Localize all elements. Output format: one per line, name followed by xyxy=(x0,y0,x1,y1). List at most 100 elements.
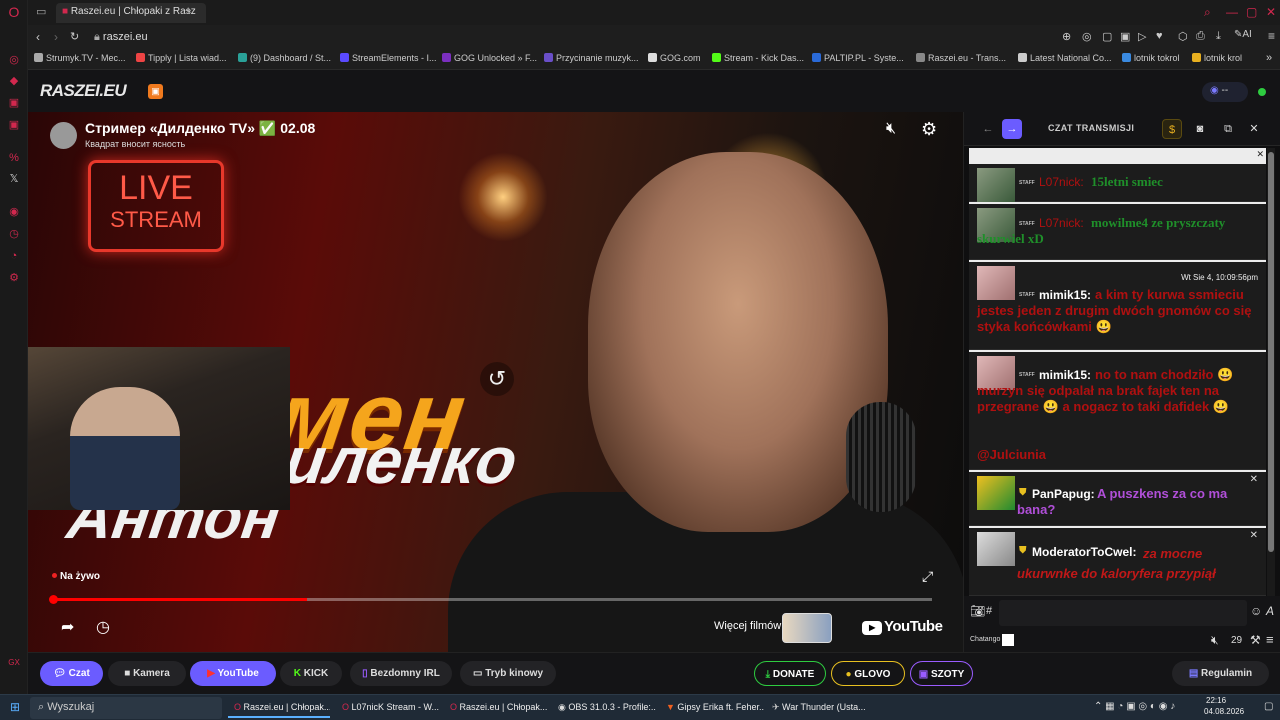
chat-message[interactable]: STAFF L07nick: mowilme4 ze pryszczaty sk… xyxy=(969,204,1266,260)
chat-message-input[interactable] xyxy=(999,600,1247,626)
maximize-icon[interactable]: ▢ xyxy=(1246,5,1257,19)
favorites-icon[interactable]: ♥ xyxy=(1156,30,1163,42)
bookmark-item[interactable]: Raszei.eu - Trans... xyxy=(916,53,1010,63)
bookmark-item[interactable]: PALTIP.PL - Syste... xyxy=(812,53,908,63)
close-messages-icon[interactable]: ✕ xyxy=(1256,149,1264,160)
close-window-icon[interactable]: ✕ xyxy=(1266,5,1276,19)
bookmark-item[interactable]: Przycinanie muzyk... xyxy=(544,53,640,63)
nav-youtube-button[interactable]: ▶ YouTube xyxy=(190,661,276,686)
replay-icon[interactable]: ↺ xyxy=(480,362,514,396)
discord-icon[interactable]: ◙ xyxy=(1190,119,1210,139)
chat-message[interactable]: ✕ ⛊ ModeratorToCwel: za mocne ukurwnke d… xyxy=(969,528,1266,596)
minimize-icon[interactable]: — xyxy=(1226,5,1238,19)
bookmarks-more-icon[interactable]: » xyxy=(1266,52,1272,64)
video-title[interactable]: Стример «Дилденко TV» ✅ 02.08 xyxy=(85,120,315,137)
send-icon[interactable]: ▷ xyxy=(1138,30,1146,43)
zoom-icon[interactable]: ⊕ xyxy=(1062,30,1071,43)
shopping-icon[interactable]: ◆ xyxy=(6,73,22,89)
more-videos-thumbnail[interactable] xyxy=(782,613,832,643)
screenshot-icon[interactable]: ▢ xyxy=(1102,30,1112,43)
taskbar-time[interactable]: 22:16 xyxy=(1206,696,1226,705)
chat-nick[interactable]: L07nick: xyxy=(1039,175,1084,189)
font-style-icon[interactable]: A xyxy=(1266,604,1274,618)
bookmark-item[interactable]: StreamElements - I... xyxy=(340,53,436,63)
reload-icon[interactable]: ↻ xyxy=(70,30,79,43)
ban-hammer-icon[interactable]: ⚒ xyxy=(1250,633,1261,647)
video-player[interactable]: LIVESTREAM Шоумен Диленко Антон Стример … xyxy=(28,112,963,652)
x-twitter-icon[interactable]: 𝕏 xyxy=(6,171,22,187)
menu-icon[interactable]: ≡ xyxy=(1268,29,1275,43)
notifications-icon[interactable]: ▢ xyxy=(1264,701,1273,712)
taskbar-search[interactable]: ⌕ Wyszukaj xyxy=(30,697,222,719)
messenger-icon[interactable]: ▣ xyxy=(6,95,22,111)
dismiss-message-icon[interactable]: ✕ xyxy=(1250,474,1258,485)
bookmark-item[interactable]: Stream - Kick Das... xyxy=(712,53,804,63)
regulamin-button[interactable]: ▤ Regulamin xyxy=(1172,661,1269,686)
bookmark-item[interactable]: lotnik tokrol xyxy=(1122,53,1184,63)
popout-icon[interactable]: ⧉ xyxy=(1218,119,1238,139)
search-tabs-icon[interactable]: ⌕ xyxy=(1204,5,1211,20)
site-logo[interactable]: RASZEI.EU xyxy=(40,81,127,101)
coin-icon[interactable]: $ xyxy=(1162,119,1182,139)
url-field[interactable]: 🔒︎ raszei.eu xyxy=(88,28,1048,47)
download-icon[interactable]: ⤓ xyxy=(1216,30,1221,43)
camera-icon[interactable]: 📷︎ xyxy=(970,604,985,618)
player-icon[interactable]: ◉ xyxy=(6,204,22,220)
nav-kick-button[interactable]: K KICK xyxy=(280,661,342,686)
tab-raszei[interactable]: ■ Raszei.eu | Chłopaki z Rasz xyxy=(56,3,206,23)
channel-avatar[interactable] xyxy=(50,122,77,149)
more-videos-label[interactable]: Więcej filmów xyxy=(714,620,781,632)
bookmark-item[interactable]: (9) Dashboard / St... xyxy=(238,53,334,63)
player-settings-icon[interactable]: ⚙ xyxy=(921,119,937,140)
taskbar-item[interactable]: O Raszei.eu | Chłopak... xyxy=(444,698,548,718)
opera-logo-icon[interactable]: O xyxy=(6,4,22,20)
fullscreen-icon[interactable]: ⤢ xyxy=(922,568,933,585)
chat-mention[interactable]: @Julciunia xyxy=(977,447,1046,463)
close-chat-icon[interactable]: ✕ xyxy=(1244,119,1264,139)
bookmark-item[interactable]: Strumyk.TV - Mec... xyxy=(34,53,132,63)
nav-bezdomny-button[interactable]: ▯ Bezdomny IRL xyxy=(350,661,452,686)
bookmark-item[interactable]: GOG.com xyxy=(648,53,704,63)
taskbar-item[interactable]: ▼ Gipsy Erika ft. Feher... xyxy=(660,698,764,718)
donate-button[interactable]: ⤓ DONATE xyxy=(754,661,826,686)
bookmark-item[interactable]: Tipply | Lista wiad... xyxy=(136,53,232,63)
bookmark-item[interactable]: GOG Unlocked » F... xyxy=(442,53,538,63)
chat-message[interactable]: Wt Sie 4, 10:09:56pm STAFF mimik15: a ki… xyxy=(969,262,1266,350)
taskbar-date[interactable]: 04.08.2026 xyxy=(1204,707,1244,716)
tray-icons[interactable]: ⌃ ▦ ◔ ▣ ◎ ◐ ◉ ♪ xyxy=(1094,701,1175,712)
chat-forward-icon[interactable]: → xyxy=(1002,119,1022,139)
nav-tryb-kinowy-button[interactable]: ▭ Tryb kinowy xyxy=(460,661,556,686)
percent-icon[interactable]: % xyxy=(6,150,22,166)
scrollbar-thumb[interactable] xyxy=(1268,152,1274,552)
chat-back-icon[interactable]: ← xyxy=(978,119,998,139)
extensions-icon[interactable]: ⬡ xyxy=(1178,30,1188,43)
youtube-logo[interactable]: ▶ YouTube xyxy=(862,618,943,635)
aria-ai-button[interactable]: ✎AI xyxy=(1234,29,1252,40)
nav-kamera-button[interactable]: ■ Kamera xyxy=(108,661,186,686)
taskbar-item[interactable]: ◉ OBS 31.0.3 - Profile:... xyxy=(552,698,656,718)
tab-workspaces-icon[interactable]: ▭ xyxy=(36,5,46,18)
windows-start-icon[interactable]: ⊞ xyxy=(10,700,20,714)
chat-message[interactable]: ✕ ⛊ PanPapug: A puszkens za co ma bana? xyxy=(969,472,1266,526)
aria-icon[interactable]: ◎ xyxy=(6,52,22,68)
chat-message[interactable]: STAFF L07nick: 15letni smiec xyxy=(969,164,1266,202)
taskbar-item[interactable]: ✈ War Thunder (Usta... xyxy=(766,698,870,718)
vpn-icon[interactable]: ▣ xyxy=(1120,30,1130,43)
chat-scrollbar[interactable] xyxy=(1267,148,1275,596)
bookmark-item[interactable]: Latest National Co... xyxy=(1018,53,1114,63)
taskbar-item[interactable]: O Raszei.eu | Chłopak... xyxy=(228,698,330,718)
emoji-icon[interactable]: ☺ xyxy=(1250,604,1262,618)
watch-later-icon[interactable]: ◷ xyxy=(96,617,110,637)
live-indicator[interactable]: Na żywo xyxy=(52,571,100,582)
forward-icon[interactable]: › xyxy=(54,30,58,44)
nav-czat-button[interactable]: 💬︎ Czat xyxy=(40,661,103,686)
progress-handle[interactable] xyxy=(49,595,58,604)
back-icon[interactable]: ‹ xyxy=(36,30,40,44)
user-count[interactable]: 29 xyxy=(1231,635,1242,646)
szoty-button[interactable]: ▣ SZOTY xyxy=(910,661,973,686)
instagram-icon[interactable]: ▣ xyxy=(6,117,22,133)
downloads-icon[interactable]: ◔ xyxy=(6,248,22,264)
share-icon[interactable]: ➦ xyxy=(61,617,74,637)
sound-mute-icon[interactable]: 🔇︎ xyxy=(1211,633,1219,648)
site-badge-icon[interactable]: ▣ xyxy=(148,84,163,99)
